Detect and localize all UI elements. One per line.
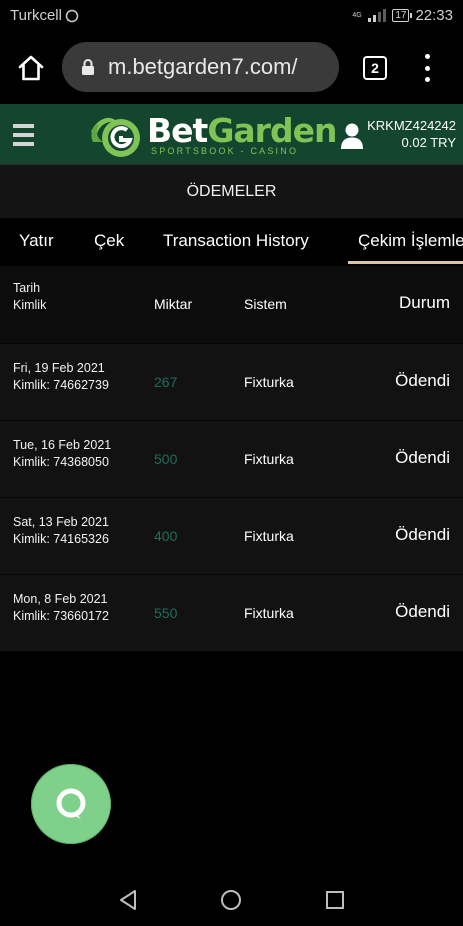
row-date-id: Sat, 13 Feb 2021 Kimlik: 74165326 [13,514,109,548]
withdrawals-table: Tarih Kimlik Miktar Sistem Durum Fri, 19… [0,266,463,652]
tab-withdrawal-transactions[interactable]: Çekim İşlemleri [358,231,463,251]
row-date: Sat, 13 Feb 2021 [13,515,109,529]
table-row: Tue, 16 Feb 2021 Kimlik: 74368050 500 Fi… [0,421,463,498]
battery-level: 17 [395,10,407,21]
nav-home-icon[interactable] [221,890,241,910]
tab-deposit[interactable]: Yatır [19,231,54,251]
account-info[interactable]: KRKMZ424242 0.02 TRY [367,117,456,151]
user-icon[interactable] [340,122,364,150]
system-nav-bar [0,872,463,926]
row-system: Fixturka [244,528,294,544]
header-system: Sistem [244,296,287,312]
site-header: BetGarden SPORTSBOOK - CASINO KRKMZ42424… [0,104,463,164]
row-date: Mon, 8 Feb 2021 [13,592,108,606]
home-icon[interactable] [17,54,45,82]
row-amount: 500 [154,451,178,467]
row-date-id: Tue, 16 Feb 2021 Kimlik: 74368050 [13,437,111,471]
table-header: Tarih Kimlik Miktar Sistem Durum [0,266,463,344]
back-icon[interactable] [118,889,138,911]
username: KRKMZ424242 [367,118,456,133]
row-date: Fri, 19 Feb 2021 [13,361,105,375]
status-icons: 4G 17 22:33 [352,7,453,24]
row-id: Kimlik: 74368050 [13,455,109,469]
whatsapp-icon [65,9,79,22]
active-tab-indicator [348,261,463,264]
row-id: Kimlik: 74165326 [13,532,109,546]
table-row: Fri, 19 Feb 2021 Kimlik: 74662739 267 Fi… [0,344,463,421]
lock-icon [82,59,94,75]
table-row: Mon, 8 Feb 2021 Kimlik: 73660172 550 Fix… [0,575,463,652]
site-logo[interactable]: BetGarden SPORTSBOOK - CASINO [87,108,337,162]
tab-withdraw[interactable]: Çek [94,231,124,251]
logo-text: BetGarden [147,111,337,150]
more-vert-icon[interactable] [423,54,431,82]
header-date: Tarih [13,281,41,295]
row-status: Ödendi [395,602,450,621]
row-status: Ödendi [395,448,450,467]
clock: 22:33 [415,7,453,24]
row-system: Fixturka [244,451,294,467]
hamburger-icon[interactable] [13,124,34,146]
url-text: m.betgarden7.com/ [108,54,298,79]
row-amount: 550 [154,605,178,621]
row-id: Kimlik: 73660172 [13,609,109,623]
header-date-id: Tarih Kimlik [13,280,46,314]
status-bar: Turkcell 4G 17 22:33 [0,0,463,32]
page-title: ÖDEMELER [0,164,463,218]
browser-toolbar: m.betgarden7.com/ 2 [0,32,463,104]
balance: 0.02 TRY [401,135,456,150]
logo-text-bet: Bet [147,111,208,150]
row-amount: 400 [154,528,178,544]
table-row: Sat, 13 Feb 2021 Kimlik: 74165326 400 Fi… [0,498,463,575]
row-system: Fixturka [244,605,294,621]
row-status: Ödendi [395,371,450,390]
signal-icon [368,9,387,22]
recents-icon[interactable] [326,891,344,909]
payment-tabs: Yatır Çek Transaction History Çekim İşle… [0,218,463,266]
tab-switcher-button[interactable]: 2 [363,56,387,80]
tab-count: 2 [371,60,379,76]
row-date: Tue, 16 Feb 2021 [13,438,112,452]
row-amount: 267 [154,374,178,390]
battery-icon: 17 [392,9,413,22]
tab-transaction-history[interactable]: Transaction History [163,231,309,251]
row-status: Ödendi [395,525,450,544]
chat-icon [56,788,86,819]
logo-tagline: SPORTSBOOK - CASINO [151,146,299,156]
header-id: Kimlik [13,298,47,312]
row-date-id: Fri, 19 Feb 2021 Kimlik: 74662739 [13,360,109,394]
header-amount: Miktar [154,296,193,312]
row-date-id: Mon, 8 Feb 2021 Kimlik: 73660172 [13,591,109,625]
chat-button[interactable] [31,764,111,844]
network-type: 4G [352,12,362,19]
row-system: Fixturka [244,374,294,390]
address-bar[interactable]: m.betgarden7.com/ [62,42,339,92]
row-id: Kimlik: 74662739 [13,378,109,392]
carrier-area: Turkcell [10,7,79,24]
carrier-name: Turkcell [10,7,62,24]
header-status: Durum [398,293,450,312]
logo-text-garden: Garden [207,111,337,150]
logo-emblem-icon [91,117,140,157]
